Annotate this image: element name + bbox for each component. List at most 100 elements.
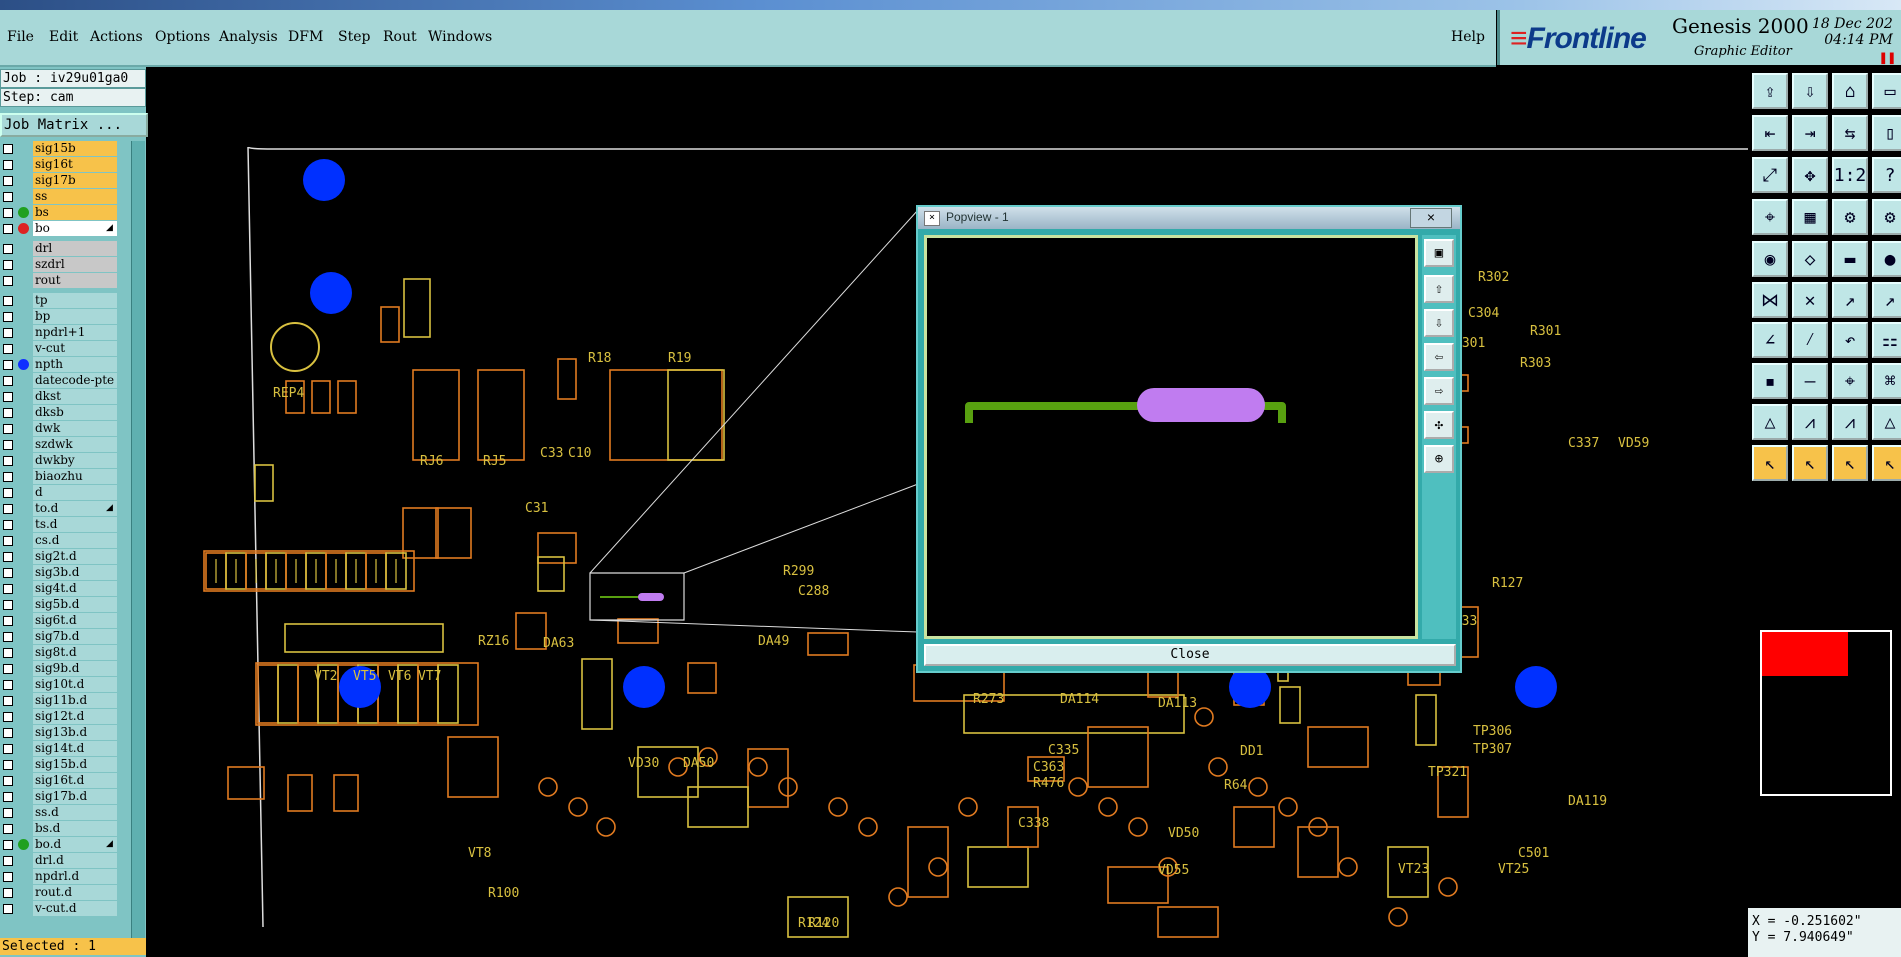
- tool-button[interactable]: ↖: [1832, 445, 1868, 481]
- layer-checkbox[interactable]: [3, 600, 13, 610]
- layer-row[interactable]: dwkby: [0, 453, 118, 468]
- menu-analysis[interactable]: Analysis: [219, 29, 278, 45]
- layer-checkbox[interactable]: [3, 792, 13, 802]
- layer-checkbox[interactable]: [3, 616, 13, 626]
- tool-button[interactable]: ▬: [1832, 241, 1868, 277]
- tool-button[interactable]: ↖: [1792, 445, 1828, 481]
- layer-row[interactable]: tp: [0, 293, 118, 308]
- layer-checkbox[interactable]: [3, 888, 13, 898]
- layer-row[interactable]: sig16t: [0, 157, 118, 172]
- layer-row[interactable]: sig4t.d: [0, 581, 118, 596]
- layer-checkbox[interactable]: [3, 160, 13, 170]
- tool-button[interactable]: ⇪: [1752, 73, 1788, 109]
- popview-tool-center-icon[interactable]: ⊕: [1424, 445, 1454, 473]
- layer-row[interactable]: sig6t.d: [0, 613, 118, 628]
- layer-row[interactable]: v-cut: [0, 341, 118, 356]
- layer-row[interactable]: biaozhu: [0, 469, 118, 484]
- layer-row[interactable]: sig2t.d: [0, 549, 118, 564]
- popview-titlebar[interactable]: × Popview - 1 ×: [918, 207, 1460, 229]
- layer-checkbox[interactable]: [3, 680, 13, 690]
- tool-button[interactable]: △: [1752, 404, 1788, 440]
- tool-button[interactable]: ⇥: [1792, 115, 1828, 151]
- tool-button[interactable]: ▯: [1872, 115, 1901, 151]
- tool-button[interactable]: ?: [1872, 157, 1901, 193]
- layer-checkbox[interactable]: [3, 696, 13, 706]
- layer-checkbox[interactable]: [3, 144, 13, 154]
- menu-help[interactable]: Help: [1451, 29, 1485, 45]
- layer-row[interactable]: ts.d: [0, 517, 118, 532]
- tool-button[interactable]: ↶: [1832, 322, 1868, 358]
- layer-checkbox[interactable]: [3, 192, 13, 202]
- tool-button[interactable]: ⁄: [1792, 322, 1828, 358]
- layer-row[interactable]: bp: [0, 309, 118, 324]
- layer-checkbox[interactable]: [3, 328, 13, 338]
- minimap[interactable]: [1760, 630, 1892, 796]
- popview-tool-fit-icon[interactable]: ✣: [1424, 411, 1454, 439]
- layer-checkbox[interactable]: [3, 904, 13, 914]
- layer-checkbox[interactable]: [3, 776, 13, 786]
- layer-checkbox[interactable]: [3, 568, 13, 578]
- layer-checkbox[interactable]: [3, 504, 13, 514]
- popview-tool-up-icon[interactable]: ⇧: [1424, 275, 1454, 303]
- layer-row[interactable]: dkst: [0, 389, 118, 404]
- layer-checkbox[interactable]: [3, 872, 13, 882]
- minimap-viewport[interactable]: [1762, 632, 1848, 676]
- popview-window[interactable]: × Popview - 1 × ▣ ⇧ ⇩ ⇦ ⇨ ✣ ⊕ Close: [916, 205, 1462, 673]
- menu-edit[interactable]: Edit: [49, 29, 78, 45]
- tool-button[interactable]: ▪: [1752, 363, 1788, 399]
- layer-checkbox[interactable]: [3, 456, 13, 466]
- tool-button[interactable]: ⚙: [1832, 199, 1868, 235]
- tool-button[interactable]: ⇩: [1792, 73, 1828, 109]
- layer-checkbox[interactable]: [3, 224, 13, 234]
- popview-tool-left-icon[interactable]: ⇦: [1424, 343, 1454, 371]
- tool-button[interactable]: ▭: [1872, 73, 1901, 109]
- tool-button[interactable]: ⌂: [1832, 73, 1868, 109]
- layer-checkbox[interactable]: [3, 584, 13, 594]
- layer-checkbox[interactable]: [3, 536, 13, 546]
- menu-file[interactable]: File: [7, 29, 34, 45]
- layer-row[interactable]: sig15b.d: [0, 757, 118, 772]
- tool-button[interactable]: —: [1792, 363, 1828, 399]
- layer-row[interactable]: drl: [0, 241, 118, 256]
- layer-row[interactable]: sig8t.d: [0, 645, 118, 660]
- layer-row[interactable]: sig10t.d: [0, 677, 118, 692]
- tool-button[interactable]: ⩘: [1792, 404, 1828, 440]
- layer-checkbox[interactable]: [3, 520, 13, 530]
- layer-row[interactable]: npth: [0, 357, 118, 372]
- tool-button[interactable]: ⚙: [1872, 199, 1901, 235]
- layer-row[interactable]: cs.d: [0, 533, 118, 548]
- layer-row[interactable]: szdwk: [0, 437, 118, 452]
- layer-checkbox[interactable]: [3, 244, 13, 254]
- layer-checkbox[interactable]: [3, 408, 13, 418]
- layer-row[interactable]: bo ◢: [0, 221, 118, 236]
- layer-row[interactable]: sig9b.d: [0, 661, 118, 676]
- layer-row[interactable]: szdrl: [0, 257, 118, 272]
- menu-rout[interactable]: Rout: [383, 29, 417, 45]
- layer-row[interactable]: ss: [0, 189, 118, 204]
- layer-checkbox[interactable]: [3, 856, 13, 866]
- layer-row[interactable]: bs: [0, 205, 118, 220]
- tool-button[interactable]: ⌖: [1832, 363, 1868, 399]
- tool-button[interactable]: ↖: [1752, 445, 1788, 481]
- tool-button[interactable]: ∠: [1752, 322, 1788, 358]
- layer-checkbox[interactable]: [3, 712, 13, 722]
- layer-checkbox[interactable]: [3, 208, 13, 218]
- tool-button[interactable]: ↗: [1832, 282, 1868, 318]
- layer-checkbox[interactable]: [3, 344, 13, 354]
- tool-button[interactable]: ⌖: [1752, 199, 1788, 235]
- tool-button[interactable]: ⤢: [1752, 157, 1788, 193]
- layer-row[interactable]: sig16t.d: [0, 773, 118, 788]
- tool-button[interactable]: 1:2: [1832, 157, 1868, 193]
- popview-tool-zoom-icon[interactable]: ▣: [1424, 239, 1454, 267]
- tool-button[interactable]: ▦: [1792, 199, 1828, 235]
- tool-button[interactable]: ⌘: [1872, 363, 1901, 399]
- layer-checkbox[interactable]: [3, 176, 13, 186]
- menu-options[interactable]: Options: [155, 29, 210, 45]
- job-matrix-button[interactable]: Job Matrix ...: [0, 113, 148, 137]
- layer-row[interactable]: v-cut.d: [0, 901, 118, 916]
- layer-scrollbar[interactable]: [131, 141, 145, 951]
- layer-row[interactable]: sig14t.d: [0, 741, 118, 756]
- tool-button[interactable]: ◇: [1792, 241, 1828, 277]
- layer-checkbox[interactable]: [3, 808, 13, 818]
- layer-checkbox[interactable]: [3, 296, 13, 306]
